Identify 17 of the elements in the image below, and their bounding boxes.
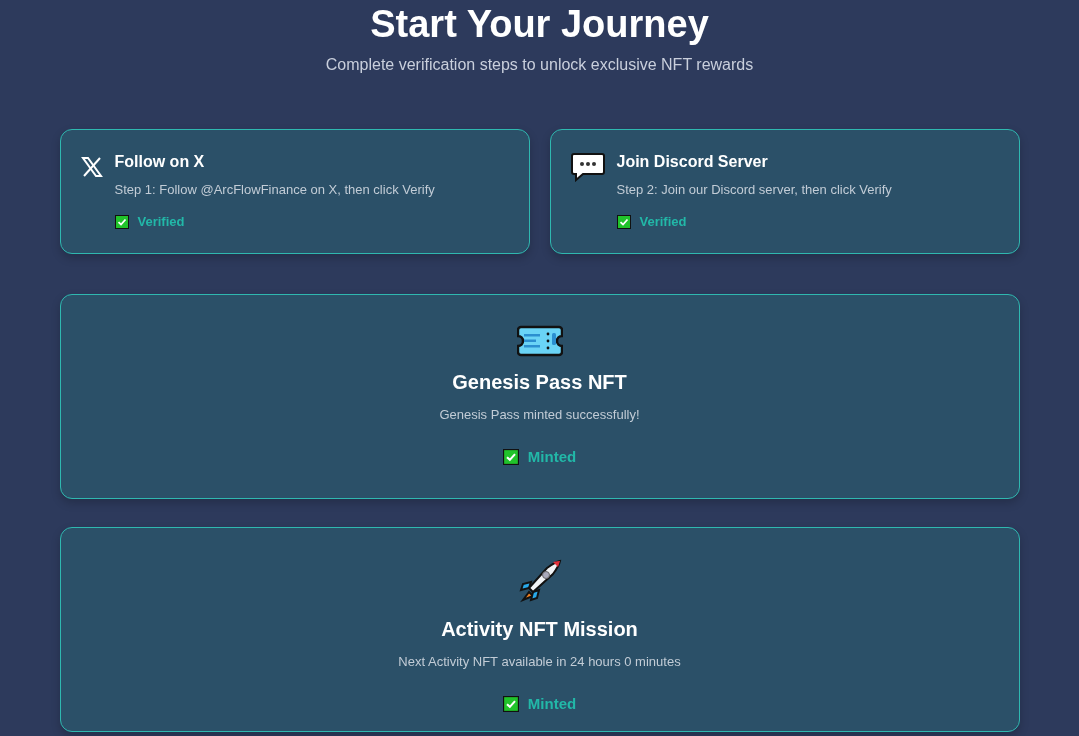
mission-title: Activity NFT Mission <box>441 618 638 641</box>
task-description: Step 2: Join our Discord server, then click Verify <box>616 182 892 197</box>
status-label: Minted <box>527 448 577 465</box>
status-label: Verified <box>639 214 687 229</box>
page-subtitle: Complete verification steps to unlock exclusive NFT rewards <box>325 56 754 74</box>
mission-title: Genesis Pass NFT <box>452 371 627 394</box>
speech-bubble-icon <box>570 152 605 182</box>
task-title: Join Discord Server <box>616 153 769 171</box>
status-label: Verified <box>137 214 185 229</box>
mission-description: Next Activity NFT available in 24 hours 0 minutes <box>398 654 681 669</box>
ticket-icon <box>516 325 563 357</box>
task-description: Step 1: Follow @ArcFlowFinance on X, then click Verify <box>114 182 435 197</box>
status-label: Minted <box>527 695 577 712</box>
task-title: Follow on X <box>114 153 206 171</box>
x-logo-icon <box>80 156 103 178</box>
page-title: Start Your Journey <box>370 2 709 46</box>
mission-description: Genesis Pass minted successfully! <box>439 407 640 422</box>
